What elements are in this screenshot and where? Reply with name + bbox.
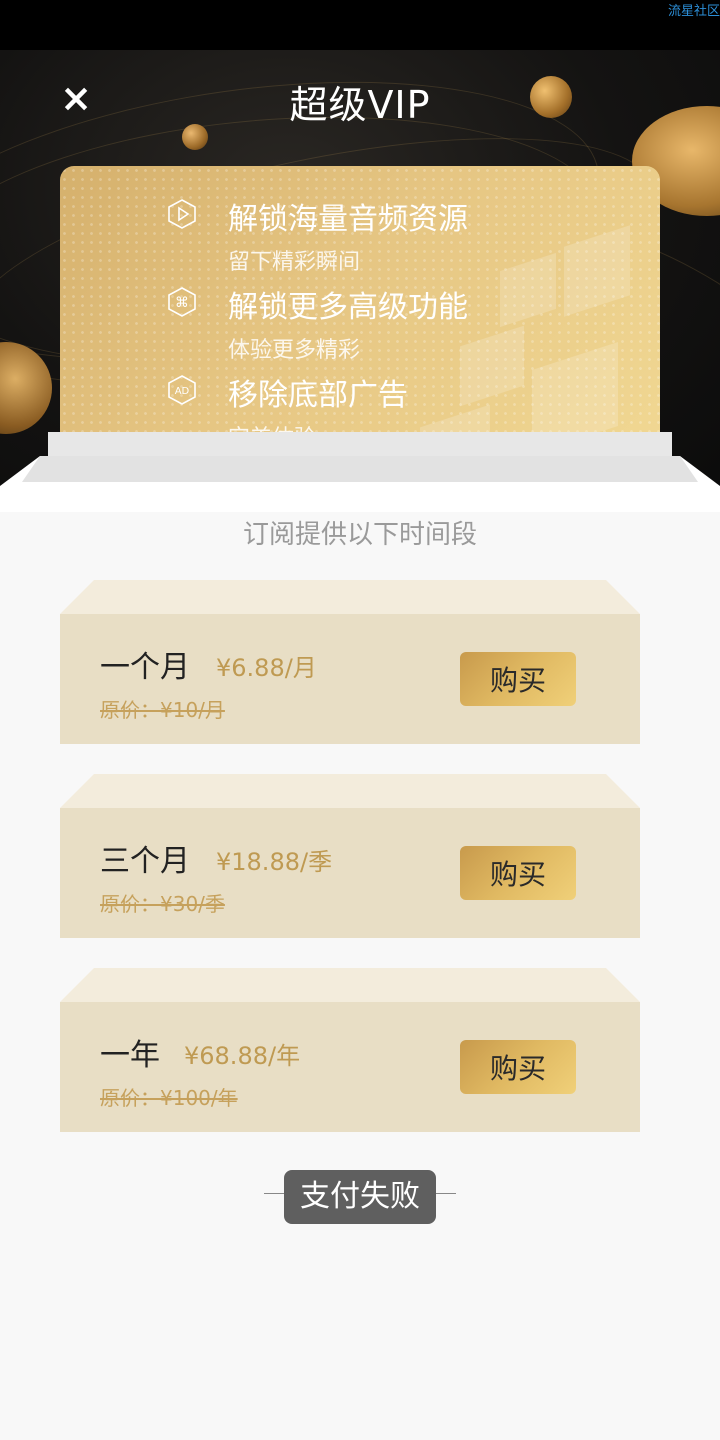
plan-price: ¥6.88/月 xyxy=(216,654,317,682)
vip-page: 流星社区 × 超级VIP 解锁海量音频资源 留下精彩瞬间 ⌘ 解锁更多高级功能 … xyxy=(0,0,720,1440)
section-heading: 订阅提供以下时间段 xyxy=(242,520,477,550)
benefit-title: 移除底部广告 xyxy=(228,378,408,413)
card-tray xyxy=(0,456,720,512)
card-tray-back xyxy=(48,432,672,458)
status-bar: 流星社区 xyxy=(0,0,720,50)
benefit-subtitle: 体验更多精彩 xyxy=(228,338,361,363)
title-bar: × 超级VIP xyxy=(0,50,720,150)
plan-card-top xyxy=(60,580,640,614)
buy-button[interactable]: 购买 xyxy=(460,652,576,706)
plan-card-top xyxy=(60,774,640,808)
plan-card: 一个月 ¥6.88/月 原价：¥10/月 购买 xyxy=(60,580,640,744)
plan-card: 三个月 ¥18.88/季 原价：¥30/季 购买 xyxy=(60,774,640,938)
benefits-card: 解锁海量音频资源 留下精彩瞬间 ⌘ 解锁更多高级功能 体验更多精彩 AD 移除底… xyxy=(60,166,660,466)
plan-card: 一年 ¥68.88/年 原价：¥100/年 购买 xyxy=(60,968,640,1132)
plan-original-price: 原价：¥10/月 xyxy=(100,698,225,722)
plan-name: 一个月 xyxy=(100,650,190,685)
page-title: 超级VIP xyxy=(289,83,431,127)
svg-text:AD: AD xyxy=(175,386,190,397)
plan-price: ¥68.88/年 xyxy=(184,1042,301,1070)
plan-price: ¥18.88/季 xyxy=(216,848,333,876)
plan-name: 一年 xyxy=(100,1038,160,1073)
benefit-title: 解锁海量音频资源 xyxy=(228,202,468,237)
command-icon: ⌘ xyxy=(168,287,196,317)
svg-text:⌘: ⌘ xyxy=(175,295,189,311)
toast-message: 支付失败 xyxy=(284,1170,436,1224)
benefit-title: 解锁更多高级功能 xyxy=(228,290,468,325)
watermark: 流星社区 xyxy=(667,4,720,19)
play-icon xyxy=(168,199,196,229)
plan-original-price: 原价：¥100/年 xyxy=(100,1086,238,1110)
plan-original-price: 原价：¥30/季 xyxy=(100,892,225,916)
benefit-subtitle: 留下精彩瞬间 xyxy=(228,250,361,275)
buy-button[interactable]: 购买 xyxy=(460,1040,576,1094)
buy-button[interactable]: 购买 xyxy=(460,846,576,900)
plan-card-top xyxy=(60,968,640,1002)
plan-name: 三个月 xyxy=(100,844,190,879)
ad-icon: AD xyxy=(168,375,196,405)
